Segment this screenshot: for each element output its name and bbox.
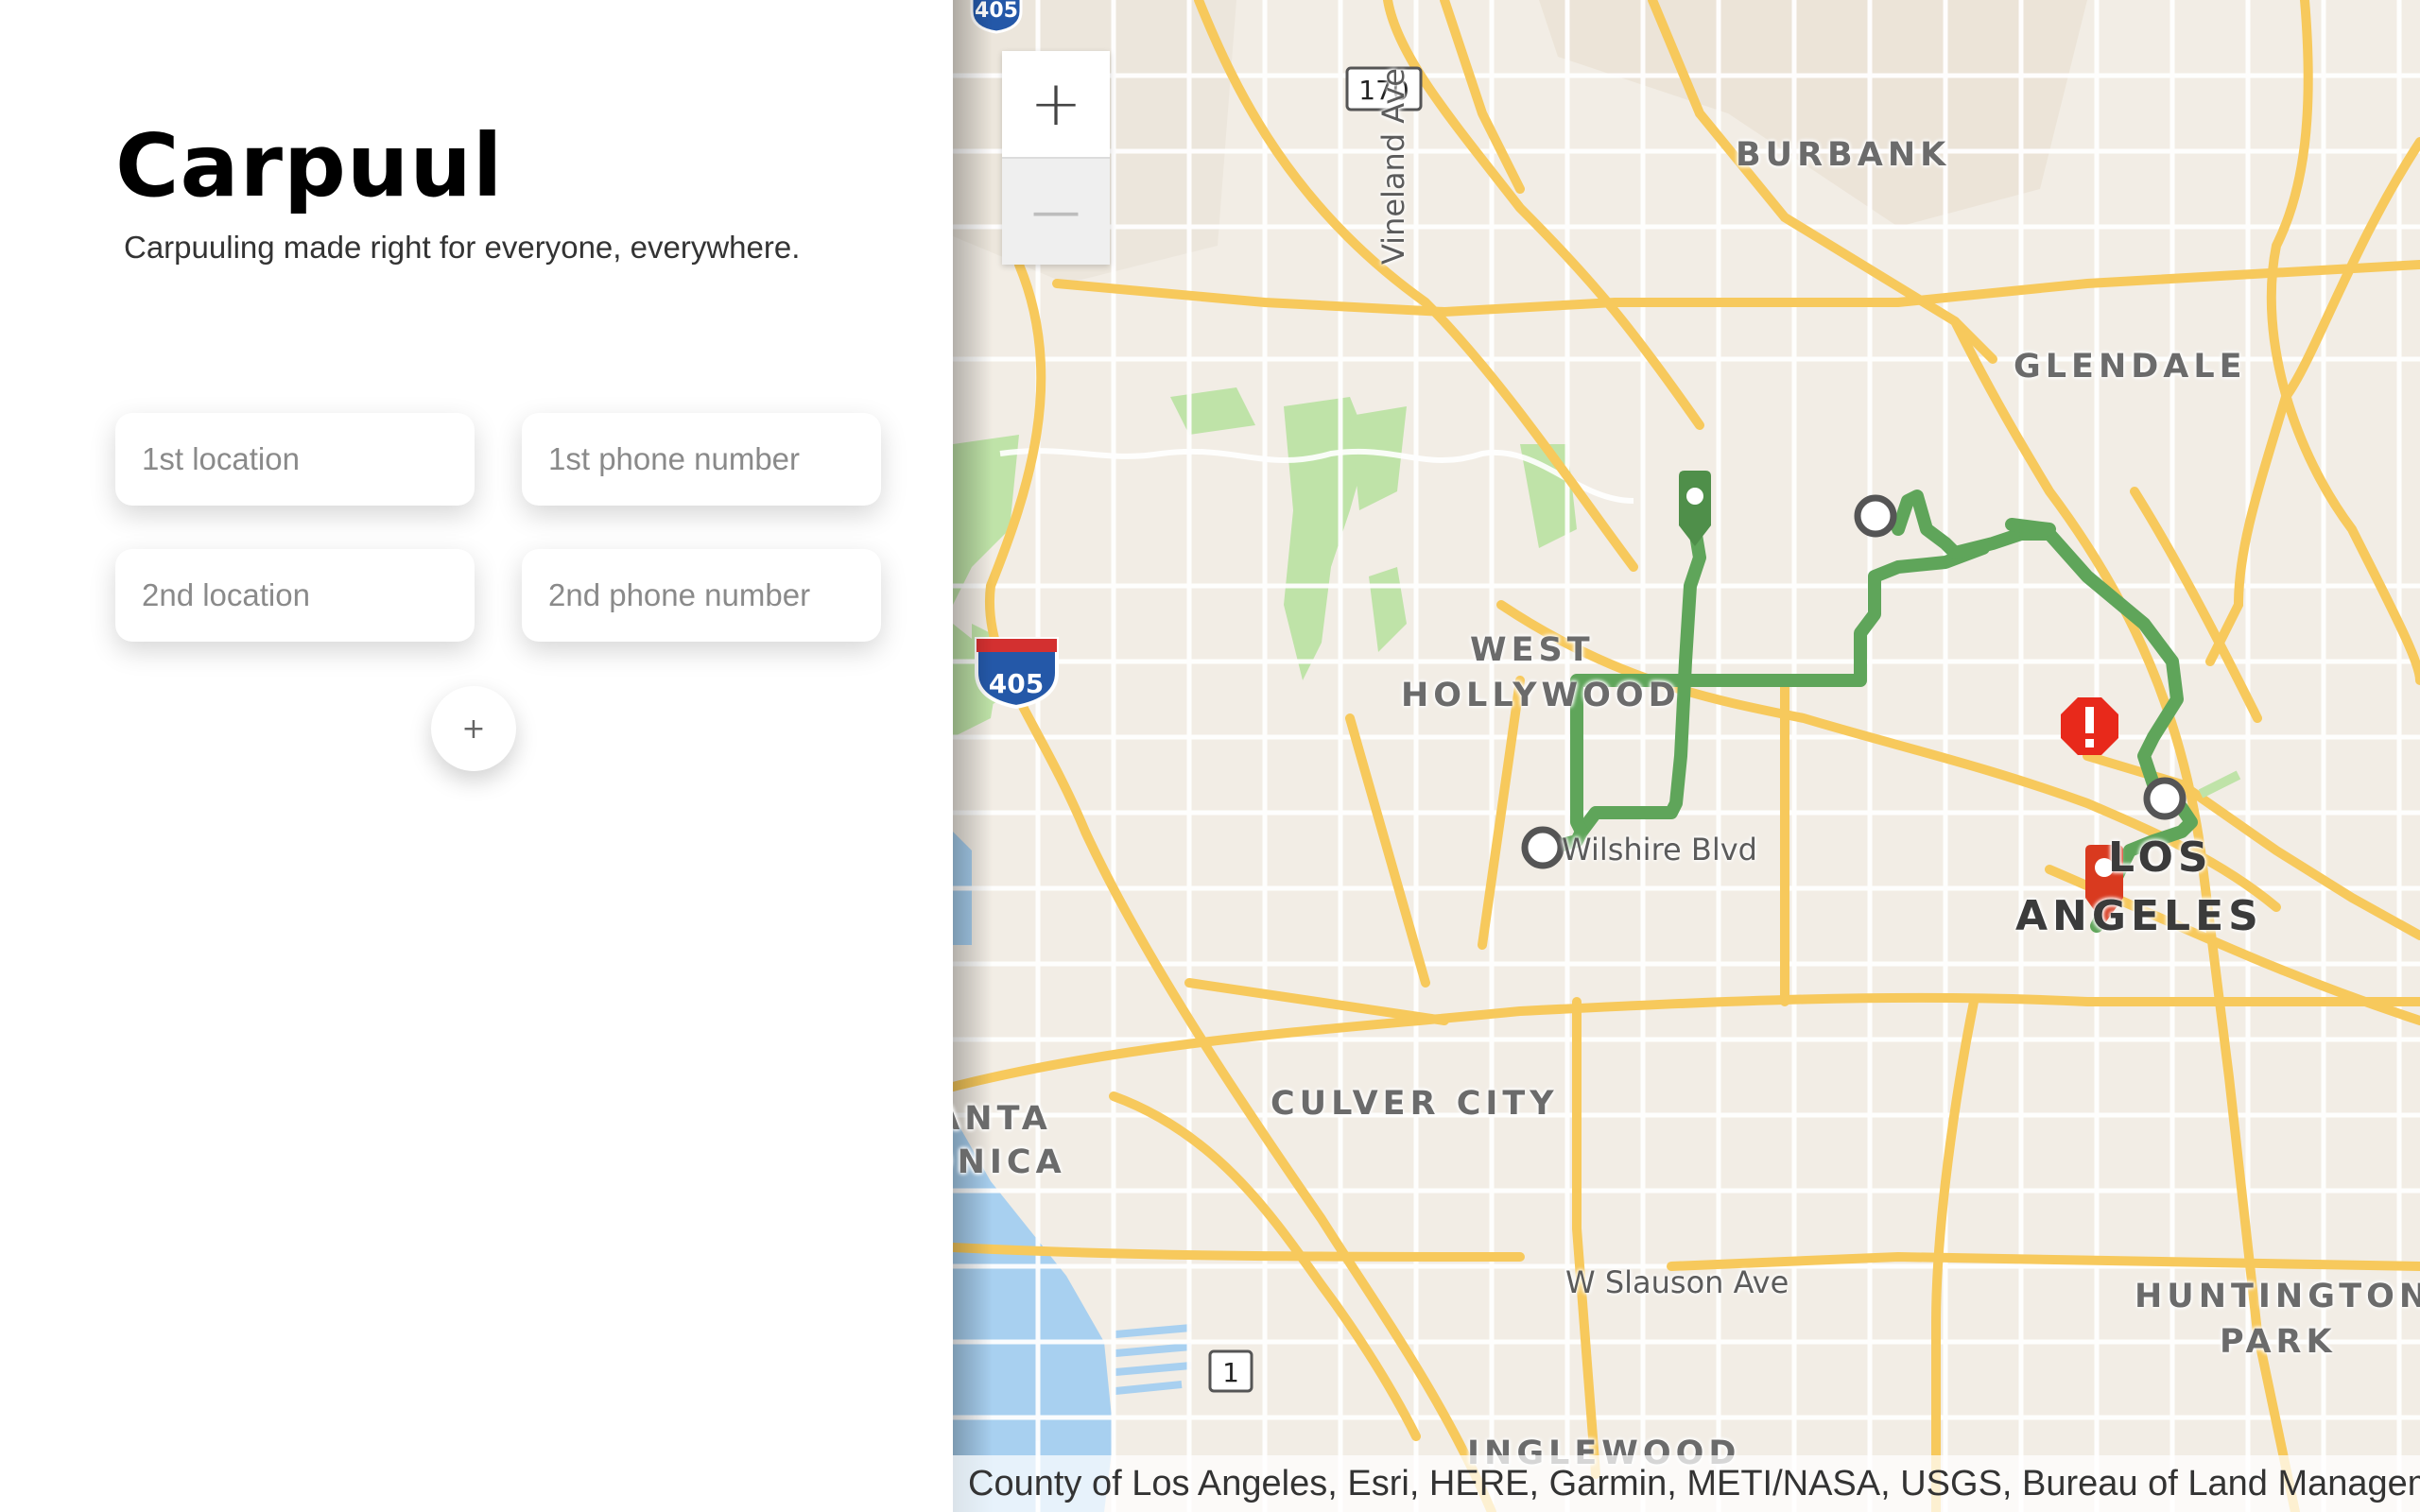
street-label-wilshire: Wilshire Blvd (1562, 832, 1757, 868)
svg-text:405: 405 (989, 668, 1044, 699)
zoom-control: + — (1002, 51, 1110, 265)
place-label-huntington-park-2: PARK (2220, 1323, 2337, 1361)
place-label-los-angeles-1: LOS (2108, 833, 2213, 882)
place-label-burbank: BURBANK (1736, 136, 1951, 174)
second-phone-input[interactable] (522, 549, 881, 642)
place-label-santa-monica-2: MONICA (953, 1143, 1066, 1181)
sidebar: Carpuul Carpuuling made right for everyo… (0, 0, 953, 1512)
place-label-west-hollywood-2: HOLLYWOOD (1401, 677, 1681, 714)
place-label-glendale: GLENDALE (2014, 348, 2247, 386)
map-edge-shadow (953, 0, 993, 1512)
street-label-slauson: W Slauson Ave (1565, 1264, 1789, 1300)
waypoint-downtown[interactable] (2143, 777, 2187, 820)
zoom-out-button[interactable]: — (1002, 159, 1110, 265)
place-label-huntington-park-1: HUNTINGTON (2135, 1278, 2420, 1315)
place-label-west-hollywood-1: WEST (1470, 631, 1595, 669)
waypoint-wilshire[interactable] (1521, 826, 1564, 869)
app-title: Carpuul (115, 115, 504, 216)
ca1-shield-icon: 1 (1208, 1349, 1253, 1393)
waypoint-hills[interactable] (1854, 494, 1897, 538)
second-location-input[interactable] (115, 549, 475, 642)
first-phone-input[interactable] (522, 413, 881, 506)
alert-icon[interactable] (2061, 697, 2118, 755)
svg-text:1: 1 (1222, 1357, 1239, 1388)
tagline: Carpuuling made right for everyone, ever… (124, 230, 801, 265)
place-label-santa-monica-1: SANTA (953, 1100, 1052, 1138)
place-label-culver-city: CULVER CITY (1270, 1085, 1559, 1123)
add-rider-button[interactable]: + (431, 686, 516, 771)
street-label-vineland: Vineland Ave (1375, 68, 1411, 265)
place-label-los-angeles-2: ANGELES (2015, 892, 2263, 940)
first-location-input[interactable] (115, 413, 475, 506)
map-view[interactable]: 405 405 170 1 BURBANK GLENDALE WEST HOLL… (953, 0, 2420, 1512)
map-attribution: County of Los Angeles, Esri, HERE, Garmi… (953, 1455, 2420, 1512)
zoom-in-button[interactable]: + (1002, 51, 1110, 157)
